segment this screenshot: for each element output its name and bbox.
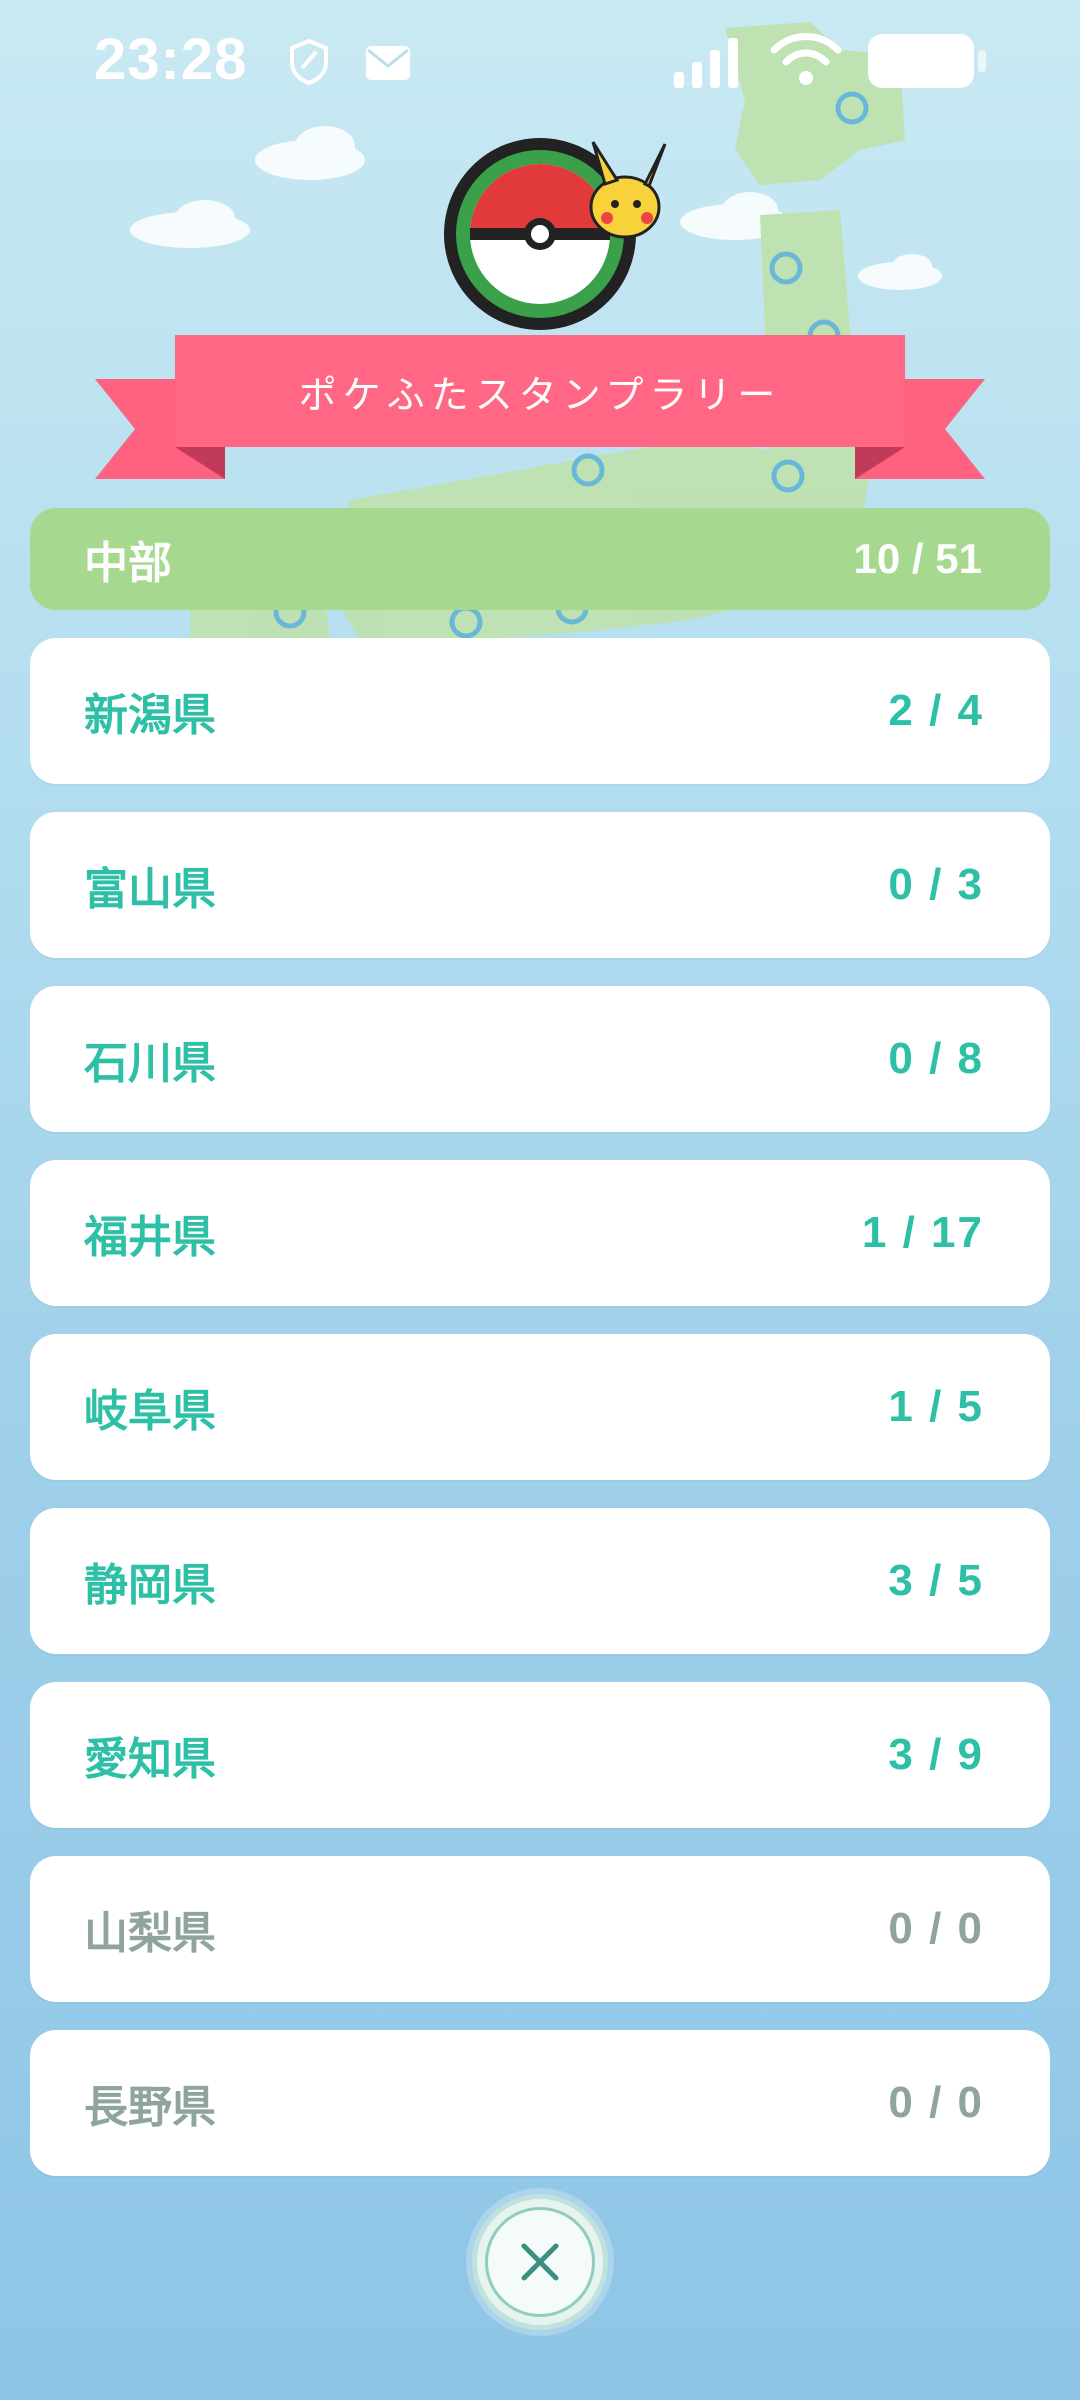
page-title: ポケふたスタンプラリー (298, 372, 782, 417)
prefecture-row[interactable]: 富山県 0 / 3 (30, 812, 1050, 958)
status-bar: 23:28 (0, 0, 1080, 120)
prefecture-row[interactable]: 愛知県 3 / 9 (30, 1682, 1050, 1828)
status-time: 23:28 (94, 27, 248, 92)
prefecture-row[interactable]: 福井県 1 / 17 (30, 1160, 1050, 1306)
prefecture-count: 1 / 5 (888, 1382, 984, 1431)
prefecture-name: 新潟県 (84, 690, 216, 741)
close-icon (521, 2243, 559, 2281)
prefecture-name: 山梨県 (84, 1908, 216, 1959)
shield-icon (290, 38, 328, 86)
title-ribbon: ポケふたスタンプラリー (95, 335, 985, 480)
prefecture-name: 岐阜県 (84, 1386, 216, 1437)
prefecture-row[interactable]: 長野県 0 / 0 (30, 2030, 1050, 2176)
prefecture-row[interactable]: 静岡県 3 / 5 (30, 1508, 1050, 1654)
region-count: 10 / 51 (853, 535, 982, 582)
prefecture-row[interactable]: 新潟県 2 / 4 (30, 638, 1050, 784)
region-header: 中部 10 / 51 (30, 508, 1050, 610)
close-button-inner (485, 2207, 595, 2317)
prefecture-count: 1 / 17 (861, 1208, 984, 1257)
prefecture-name: 福井県 (84, 1212, 216, 1263)
prefecture-name: 石川県 (84, 1038, 216, 1089)
signal-icon (674, 38, 738, 88)
prefecture-row[interactable]: 岐阜県 1 / 5 (30, 1334, 1050, 1480)
prefecture-count: 0 / 0 (888, 2078, 984, 2127)
battery-icon (868, 34, 986, 88)
prefecture-name: 富山県 (84, 864, 216, 915)
prefecture-count: 3 / 5 (888, 1556, 984, 1605)
prefecture-name: 静岡県 (84, 1560, 216, 1611)
pokefuta-manhole-logo-icon (444, 138, 667, 330)
prefecture-count: 0 / 3 (888, 860, 984, 909)
prefecture-count: 0 / 8 (888, 1034, 984, 1083)
prefecture-count: 0 / 0 (888, 1904, 984, 1953)
prefecture-row[interactable]: 山梨県 0 / 0 (30, 1856, 1050, 2002)
prefecture-name: 長野県 (84, 2082, 216, 2133)
prefecture-row[interactable]: 石川県 0 / 8 (30, 986, 1050, 1132)
mail-icon (366, 46, 410, 80)
region-name: 中部 (84, 538, 172, 589)
close-button[interactable] (472, 2194, 608, 2330)
prefecture-count: 2 / 4 (888, 686, 984, 735)
prefecture-name: 愛知県 (84, 1734, 216, 1785)
wifi-icon (770, 33, 842, 85)
prefecture-count: 3 / 9 (888, 1730, 984, 1779)
